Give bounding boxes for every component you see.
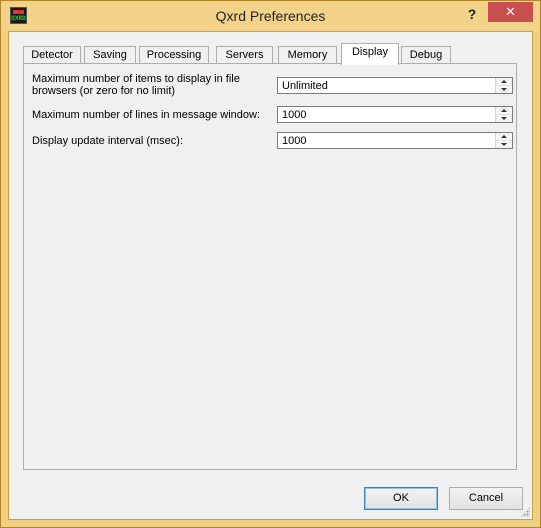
cancel-button[interactable]: Cancel xyxy=(449,487,523,510)
triangle-up-icon xyxy=(501,135,507,138)
max-items-spinbox[interactable]: Unlimited xyxy=(277,77,513,94)
update-interval-spin-buttons xyxy=(495,133,512,148)
max-lines-spin-buttons xyxy=(495,107,512,122)
max-items-label: Maximum number of items to display in fi… xyxy=(32,73,240,97)
triangle-up-icon xyxy=(501,109,507,112)
display-tab-panel: Maximum number of items to display in fi… xyxy=(23,63,517,470)
triangle-down-icon xyxy=(501,88,507,91)
update-interval-spin-up[interactable] xyxy=(496,133,512,141)
tab-memory[interactable]: Memory xyxy=(278,46,337,64)
dialog-client-area: Detector Saving Processing Servers Memor… xyxy=(8,31,533,520)
tab-saving[interactable]: Saving xyxy=(84,46,136,64)
max-items-label-line1: Maximum number of items to display in fi… xyxy=(32,73,240,85)
tab-processing[interactable]: Processing xyxy=(139,46,209,64)
update-interval-spin-down[interactable] xyxy=(496,141,512,148)
ok-button[interactable]: OK xyxy=(364,487,438,510)
help-button[interactable]: ? xyxy=(462,4,482,24)
title-bar[interactable]: QXRD Qxrd Preferences ? ✕ xyxy=(1,1,540,31)
max-lines-spinbox[interactable]: 1000 xyxy=(277,106,513,123)
tab-detector[interactable]: Detector xyxy=(23,46,81,64)
max-items-value[interactable]: Unlimited xyxy=(282,80,328,92)
max-items-spin-down[interactable] xyxy=(496,86,512,93)
triangle-down-icon xyxy=(501,117,507,120)
max-items-label-line2: browsers (or zero for no limit) xyxy=(32,85,176,97)
max-lines-value[interactable]: 1000 xyxy=(282,109,306,121)
update-interval-label: Display update interval (msec): xyxy=(32,135,184,147)
tab-servers[interactable]: Servers xyxy=(216,46,273,64)
max-lines-spin-down[interactable] xyxy=(496,115,512,122)
max-items-spin-up[interactable] xyxy=(496,78,512,86)
tab-display[interactable]: Display xyxy=(341,43,399,65)
tab-debug[interactable]: Debug xyxy=(401,46,451,64)
window-title: Qxrd Preferences xyxy=(215,8,326,24)
max-items-spin-buttons xyxy=(495,78,512,93)
max-lines-label: Maximum number of lines in message windo… xyxy=(32,109,261,121)
close-icon: ✕ xyxy=(505,4,516,19)
preferences-window: QXRD Qxrd Preferences ? ✕ Detector Savin… xyxy=(0,0,541,528)
triangle-down-icon xyxy=(501,143,507,146)
update-interval-spinbox[interactable]: 1000 xyxy=(277,132,513,149)
max-lines-spin-up[interactable] xyxy=(496,107,512,115)
question-mark-icon: ? xyxy=(467,6,477,22)
update-interval-value[interactable]: 1000 xyxy=(282,135,306,147)
triangle-up-icon xyxy=(501,80,507,83)
close-button[interactable]: ✕ xyxy=(488,2,533,22)
